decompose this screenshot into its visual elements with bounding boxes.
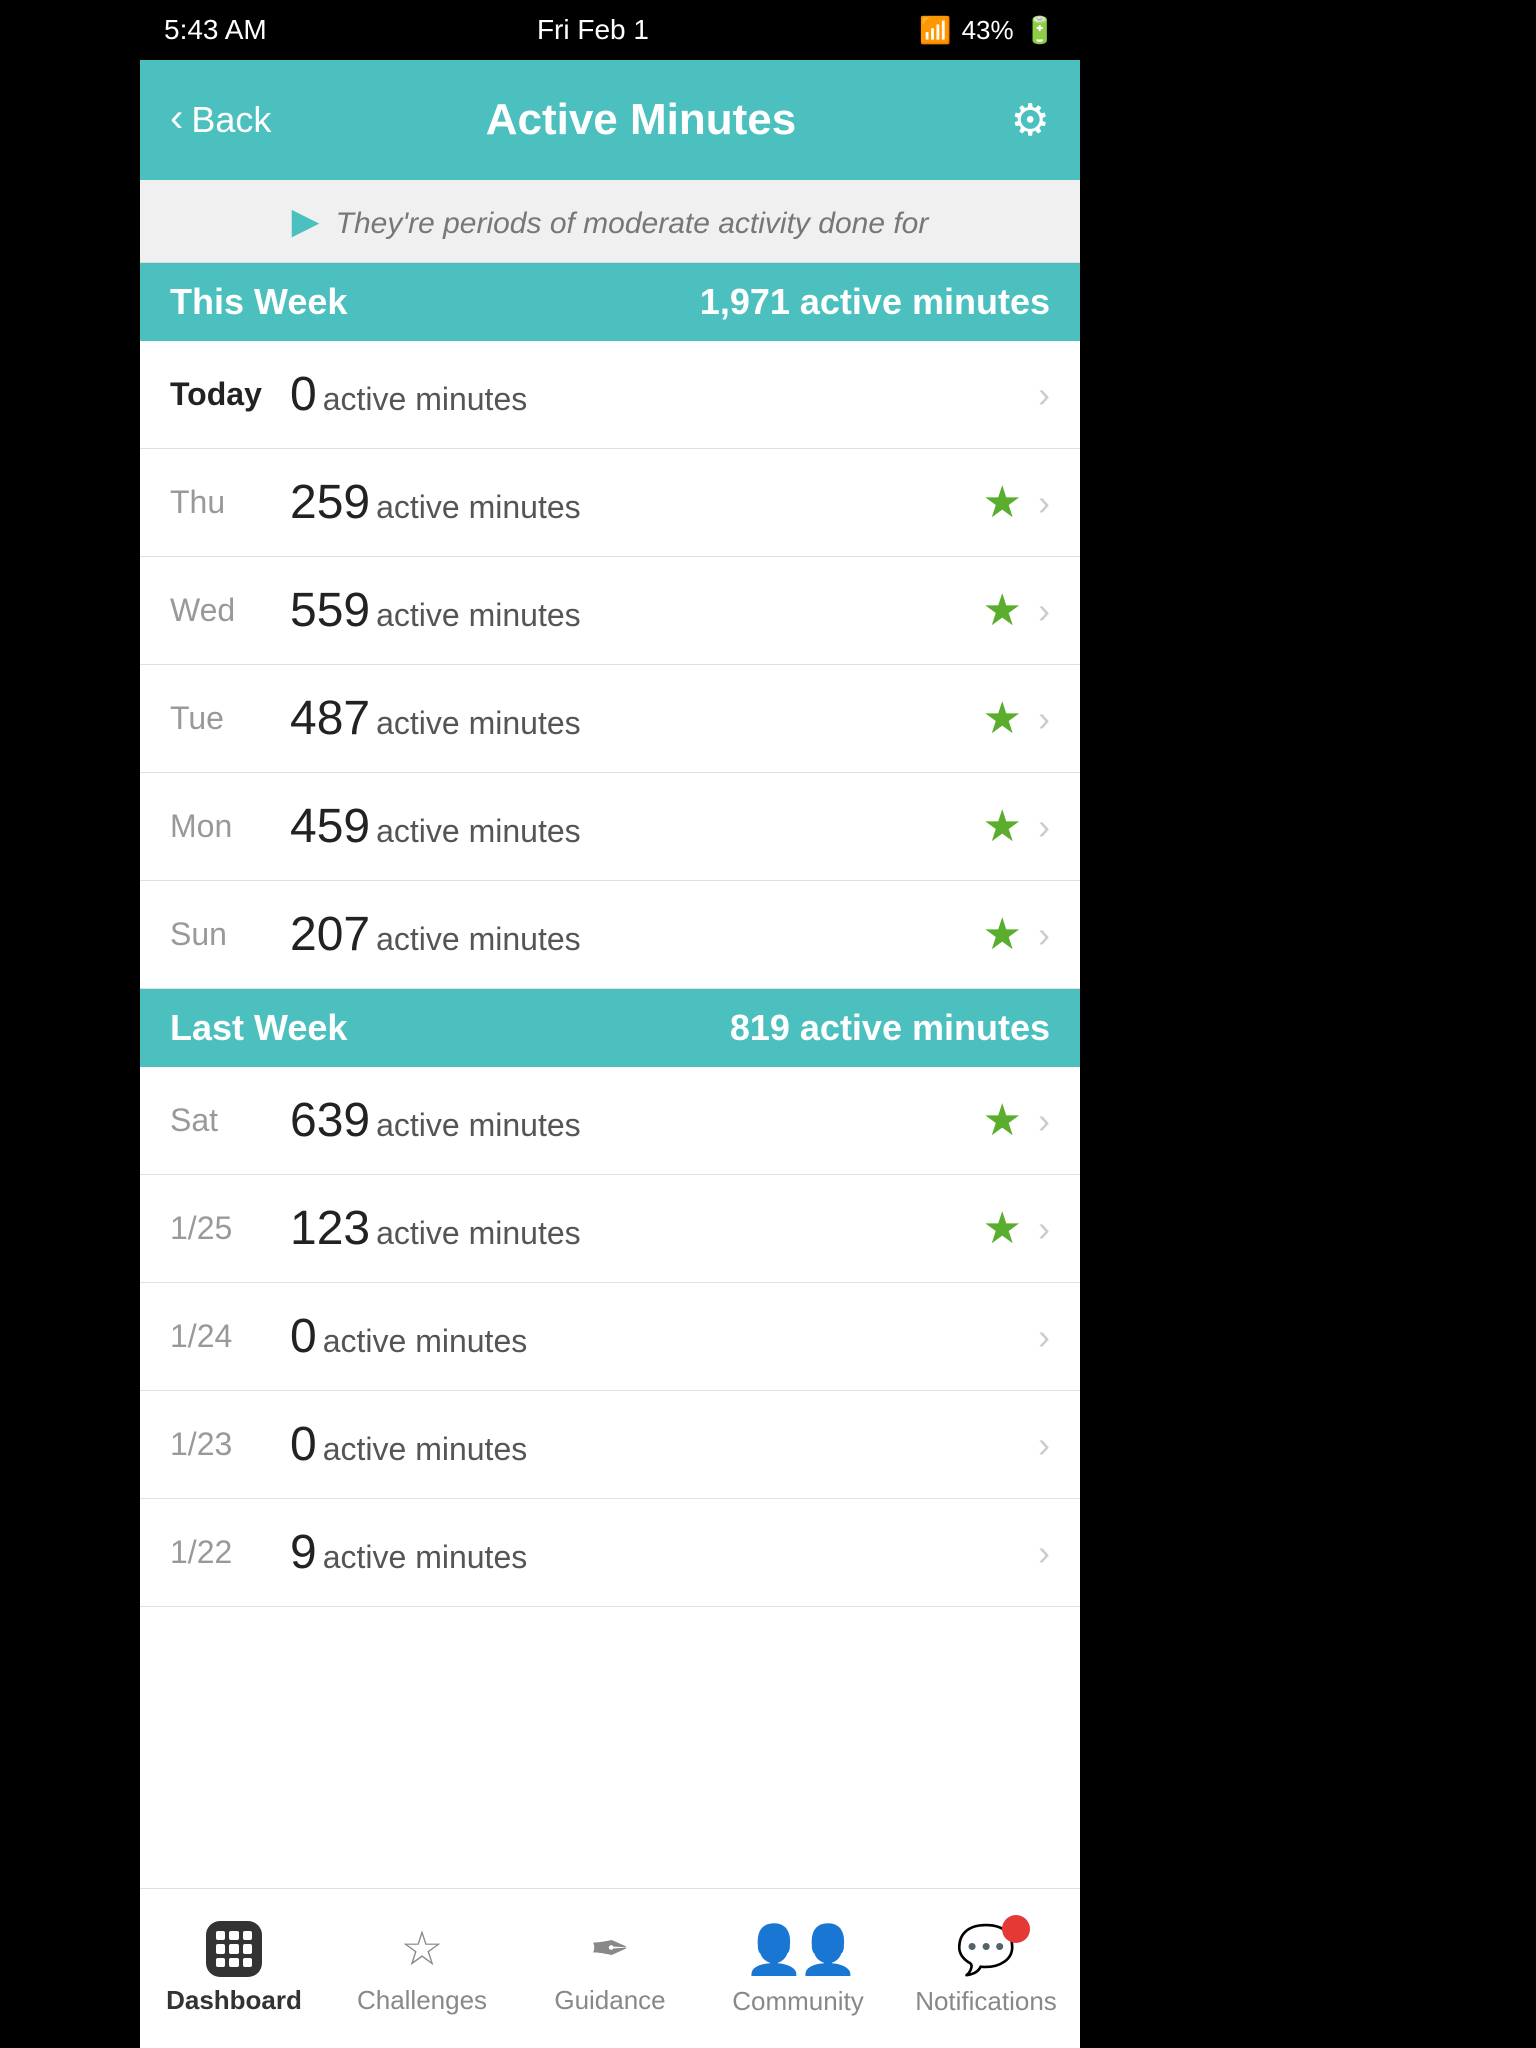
last-week-label: Last Week xyxy=(170,1007,347,1049)
day-minutes: 123active minutes xyxy=(290,1201,983,1256)
day-minutes: 0active minutes xyxy=(290,1309,1038,1364)
star-icon: ★ xyxy=(983,477,1022,528)
day-minutes: 9active minutes xyxy=(290,1525,1038,1580)
challenges-icon: ☆ xyxy=(400,1921,443,1977)
day-minutes: 487active minutes xyxy=(290,691,983,746)
table-row[interactable]: Sat 639active minutes ★ › xyxy=(140,1067,1080,1175)
notification-badge xyxy=(1002,1915,1030,1943)
nav-label-dashboard: Dashboard xyxy=(166,1985,302,2016)
nav-label-community: Community xyxy=(732,1986,863,2017)
back-chevron-icon: ‹ xyxy=(170,96,183,141)
chevron-right-icon: › xyxy=(1038,1208,1050,1250)
table-row[interactable]: Tue 487active minutes ★ › xyxy=(140,665,1080,773)
table-row[interactable]: Wed 559active minutes ★ › xyxy=(140,557,1080,665)
chevron-right-icon: › xyxy=(1038,1532,1050,1574)
nav-label-notifications: Notifications xyxy=(915,1986,1057,2017)
nav-item-guidance[interactable]: ✒ Guidance xyxy=(516,1889,704,2048)
wifi-icon: 📶 xyxy=(919,15,951,46)
notifications-icon: 💬 xyxy=(956,1921,1016,1978)
day-label: Sat xyxy=(170,1102,290,1139)
star-icon: ★ xyxy=(983,585,1022,636)
info-arrow-icon: ▶ xyxy=(292,200,320,241)
day-label: 1/24 xyxy=(170,1318,290,1355)
day-label: Sun xyxy=(170,916,290,953)
page-header: ‹ Back Active Minutes ⚙ xyxy=(140,60,1080,180)
nav-item-community[interactable]: 👤👤 Community xyxy=(704,1889,892,2048)
this-week-total: 1,971 active minutes xyxy=(700,281,1050,323)
day-label: Mon xyxy=(170,808,290,845)
chevron-right-icon: › xyxy=(1038,806,1050,848)
day-label: Thu xyxy=(170,484,290,521)
day-label: 1/23 xyxy=(170,1426,290,1463)
table-row[interactable]: 1/24 0active minutes › xyxy=(140,1283,1080,1391)
info-banner-text: They're periods of moderate activity don… xyxy=(336,207,929,240)
chevron-right-icon: › xyxy=(1038,1316,1050,1358)
chevron-right-icon: › xyxy=(1038,590,1050,632)
nav-item-dashboard[interactable]: Dashboard xyxy=(140,1889,328,2048)
day-minutes-today: 0active minutes xyxy=(290,367,1038,422)
battery-icon: 🔋 xyxy=(1024,15,1056,46)
status-right: 📶 43% 🔋 xyxy=(919,15,1056,46)
star-icon: ★ xyxy=(983,909,1022,960)
this-week-label: This Week xyxy=(170,281,347,323)
day-minutes: 459active minutes xyxy=(290,799,983,854)
page-title: Active Minutes xyxy=(486,95,797,145)
chevron-right-icon: › xyxy=(1038,482,1050,524)
bottom-navigation: Dashboard ☆ Challenges ✒ Guidance 👤👤 Com… xyxy=(140,1888,1080,2048)
star-icon: ★ xyxy=(983,1095,1022,1146)
nav-label-challenges: Challenges xyxy=(357,1985,487,2016)
table-row[interactable]: Thu 259active minutes ★ › xyxy=(140,449,1080,557)
table-row[interactable]: 1/22 9active minutes › xyxy=(140,1499,1080,1607)
table-row[interactable]: Today 0active minutes › xyxy=(140,341,1080,449)
status-bar: 5:43 AM Fri Feb 1 📶 43% 🔋 xyxy=(140,0,1080,60)
dashboard-icon xyxy=(206,1921,262,1977)
chevron-right-icon: › xyxy=(1038,374,1050,416)
community-icon: 👤👤 xyxy=(744,1921,852,1978)
table-row[interactable]: Mon 459active minutes ★ › xyxy=(140,773,1080,881)
star-icon: ★ xyxy=(983,801,1022,852)
back-button[interactable]: ‹ Back xyxy=(170,99,271,141)
table-row[interactable]: Sun 207active minutes ★ › xyxy=(140,881,1080,989)
day-minutes: 0active minutes xyxy=(290,1417,1038,1472)
day-label: Wed xyxy=(170,592,290,629)
day-minutes: 259active minutes xyxy=(290,475,983,530)
info-banner: ▶ They're periods of moderate activity d… xyxy=(140,180,1080,263)
day-label: 1/22 xyxy=(170,1534,290,1571)
status-time: 5:43 AM xyxy=(164,14,267,46)
day-minutes: 207active minutes xyxy=(290,907,983,962)
nav-item-challenges[interactable]: ☆ Challenges xyxy=(328,1889,516,2048)
chevron-right-icon: › xyxy=(1038,1100,1050,1142)
chevron-right-icon: › xyxy=(1038,1424,1050,1466)
star-icon: ★ xyxy=(983,693,1022,744)
nav-item-notifications[interactable]: 💬 Notifications xyxy=(892,1889,1080,2048)
day-minutes: 559active minutes xyxy=(290,583,983,638)
day-label-today: Today xyxy=(170,376,290,413)
day-label: 1/25 xyxy=(170,1210,290,1247)
day-minutes: 639active minutes xyxy=(290,1093,983,1148)
chevron-right-icon: › xyxy=(1038,698,1050,740)
star-icon: ★ xyxy=(983,1203,1022,1254)
status-date: Fri Feb 1 xyxy=(537,14,649,46)
main-content: This Week 1,971 active minutes Today 0ac… xyxy=(140,263,1080,1888)
back-label: Back xyxy=(191,99,271,141)
chevron-right-icon: › xyxy=(1038,914,1050,956)
nav-label-guidance: Guidance xyxy=(554,1985,665,2016)
this-week-header: This Week 1,971 active minutes xyxy=(140,263,1080,341)
settings-gear-icon[interactable]: ⚙ xyxy=(1011,95,1050,146)
battery-text: 43% xyxy=(962,15,1014,46)
last-week-header: Last Week 819 active minutes xyxy=(140,989,1080,1067)
day-label: Tue xyxy=(170,700,290,737)
table-row[interactable]: 1/25 123active minutes ★ › xyxy=(140,1175,1080,1283)
last-week-total: 819 active minutes xyxy=(730,1007,1050,1049)
table-row[interactable]: 1/23 0active minutes › xyxy=(140,1391,1080,1499)
guidance-icon: ✒ xyxy=(590,1921,630,1977)
